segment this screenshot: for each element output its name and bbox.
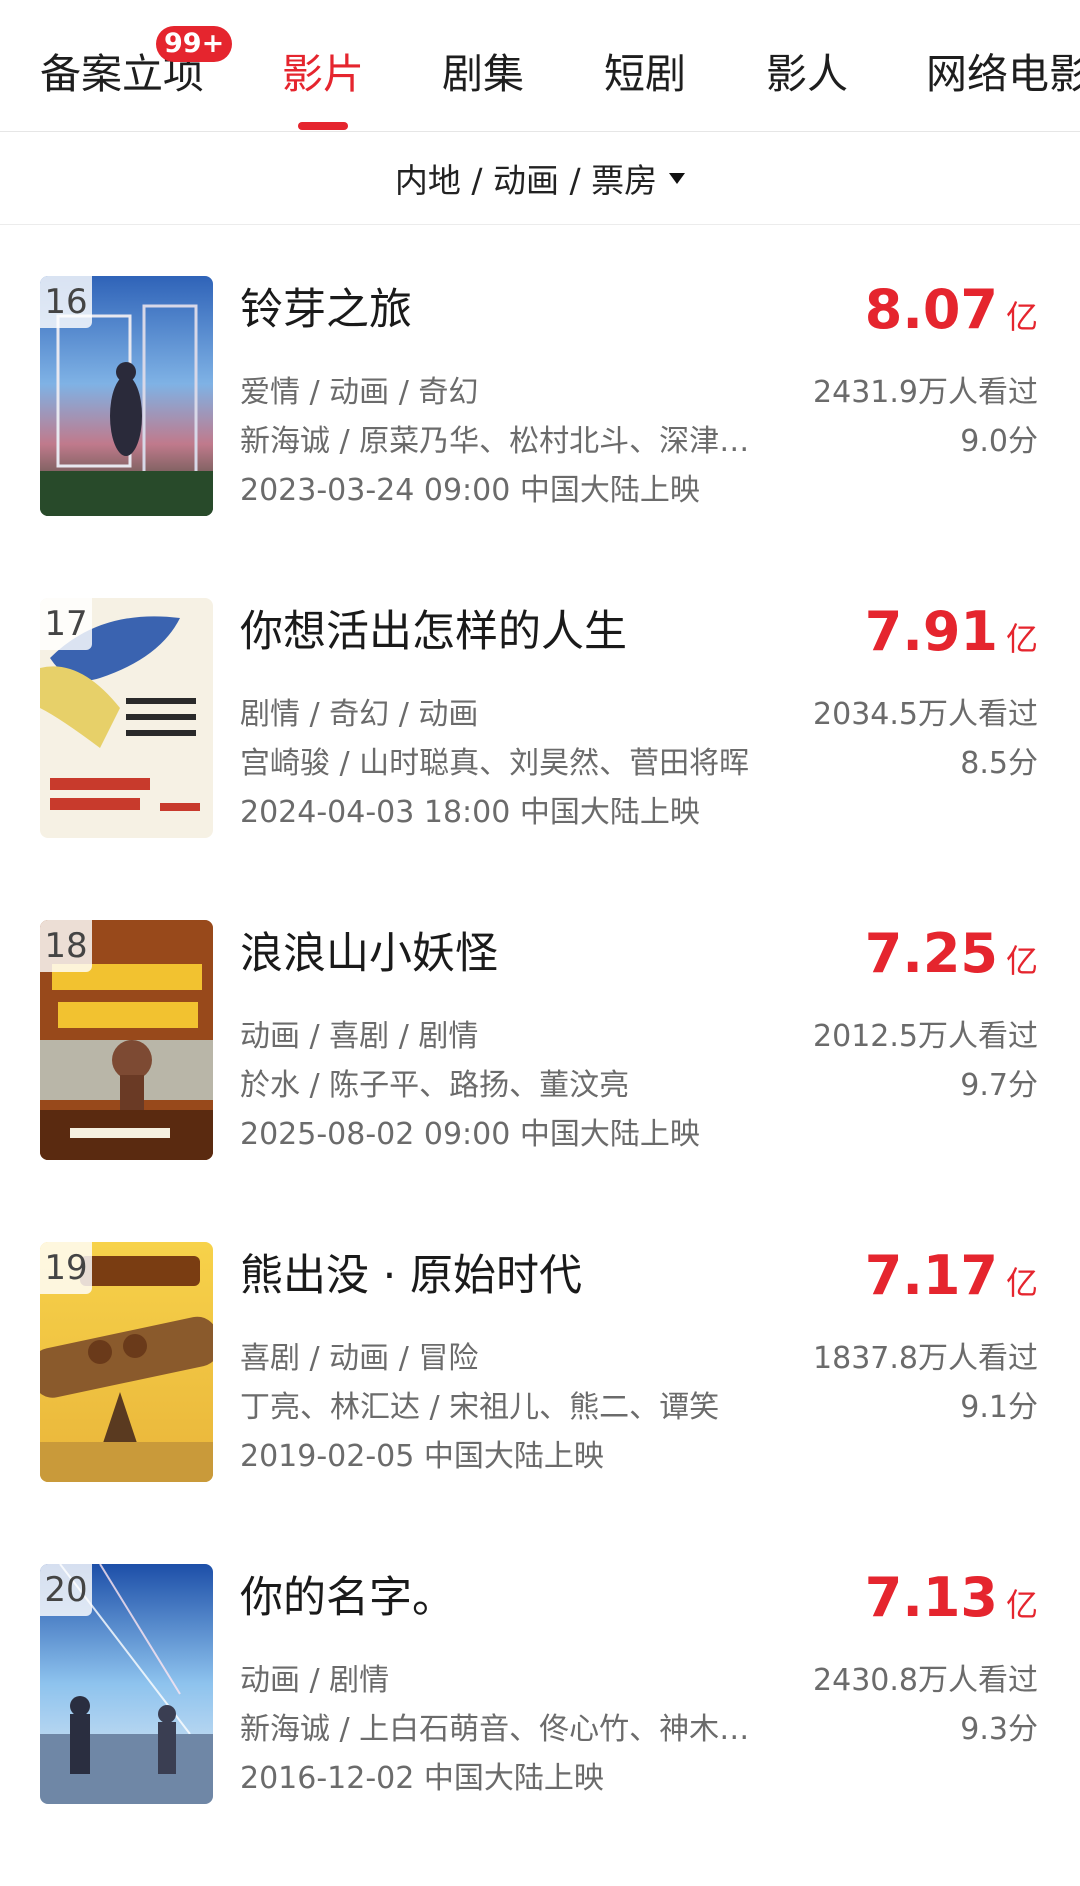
box-office: 7.25 亿 <box>865 922 1038 986</box>
box-office-value: 7.25 <box>864 922 998 985</box>
tab-series[interactable]: 剧集 <box>442 48 524 100</box>
viewer-count: 1837.8万人看过 <box>813 1341 1038 1376</box>
viewer-count: 2012.5万人看过 <box>813 1019 1038 1054</box>
movie-crew: 新海诚 / 原菜乃华、松村北斗、深津绘里 <box>240 424 755 459</box>
active-tab-indicator <box>298 122 348 130</box>
rank-badge: 16 <box>40 276 92 328</box>
movie-poster: 18 <box>40 920 213 1160</box>
movie-list-item[interactable]: 17 你想活出怎样的人生 7.91 亿 剧情 / 奇幻 / 动画 宫崎骏 / 山时… <box>0 598 1080 920</box>
category-tab-bar: 备案立项 99+ 影片 剧集 短剧 影人 网络电影 <box>0 0 1080 132</box>
viewer-count: 2034.5万人看过 <box>813 697 1038 732</box>
movie-score: 9.1分 <box>960 1390 1038 1425</box>
movie-release-date: 2025-08-02 09:00 中国大陆上映 <box>240 1117 700 1152</box>
movie-score: 8.5分 <box>960 746 1038 781</box>
movie-title: 铃芽之旅 <box>240 285 412 335</box>
tab-movies[interactable]: 影片 <box>282 48 364 100</box>
movie-crew: 於水 / 陈子平、路扬、董汶亮 <box>240 1068 630 1103</box>
movie-list-item[interactable]: 20 你的名字。 7.13 亿 动画 / 剧情 新海诚 / 上白石萌音、佟心竹、神… <box>0 1564 1080 1886</box>
viewer-count: 2430.8万人看过 <box>813 1663 1038 1698</box>
tab-short-drama[interactable]: 短剧 <box>604 48 686 100</box>
box-office: 7.13 亿 <box>865 1566 1038 1630</box>
notification-badge: 99+ <box>156 26 233 62</box>
caret-down-icon <box>669 172 686 184</box>
box-office: 7.17 亿 <box>865 1244 1038 1308</box>
box-office-value: 7.17 <box>864 1244 998 1307</box>
movie-release-date: 2023-03-24 09:00 中国大陆上映 <box>240 473 700 508</box>
box-office-unit: 亿 <box>1005 1586 1038 1624</box>
movie-title: 你想活出怎样的人生 <box>240 607 627 657</box>
movie-genres: 爱情 / 动画 / 奇幻 <box>240 375 479 410</box>
movie-genres: 动画 / 喜剧 / 剧情 <box>240 1019 479 1054</box>
movie-score: 9.7分 <box>960 1068 1038 1103</box>
box-office-unit: 亿 <box>1005 620 1038 658</box>
movie-poster: 19 <box>40 1242 213 1482</box>
movie-release-date: 2016-12-02 中国大陆上映 <box>240 1761 604 1796</box>
movie-list-item[interactable]: 16 铃芽之旅 8.07 亿 爱情 / 动画 / 奇幻 新海诚 / 原菜乃华、松村… <box>0 276 1080 598</box>
movie-list-item[interactable]: 18 浪浪山小妖怪 7.25 亿 动画 / 喜剧 / 剧情 於水 / 陈子平、路扬… <box>0 920 1080 1242</box>
box-office-unit: 亿 <box>1005 298 1038 336</box>
movie-genres: 剧情 / 奇幻 / 动画 <box>240 697 479 732</box>
movie-title: 熊出没 · 原始时代 <box>240 1251 583 1301</box>
movie-release-date: 2019-02-05 中国大陆上映 <box>240 1439 604 1474</box>
filter-dropdown[interactable]: 内地 / 动画 / 票房 <box>0 132 1080 225</box>
movie-title: 你的名字。 <box>240 1573 455 1623</box>
movie-release-date: 2024-04-03 18:00 中国大陆上映 <box>240 795 700 830</box>
movie-crew: 新海诚 / 上白石萌音、佟心竹、神木隆之介 <box>240 1712 755 1747</box>
movie-poster: 17 <box>40 598 213 838</box>
tab-web-movies[interactable]: 网络电影 <box>926 48 1080 100</box>
rank-badge: 20 <box>40 1564 92 1616</box>
box-office-unit: 亿 <box>1005 942 1038 980</box>
filter-label: 内地 / 动画 / 票房 <box>394 161 658 200</box>
viewer-count: 2431.9万人看过 <box>813 375 1038 410</box>
movie-genres: 动画 / 剧情 <box>240 1663 390 1698</box>
movie-poster: 20 <box>40 1564 213 1804</box>
box-office-unit: 亿 <box>1005 1264 1038 1302</box>
movie-list-item[interactable]: 19 熊出没 · 原始时代 7.17 亿 喜剧 / 动画 / 冒险 丁亮、林汇达 … <box>0 1242 1080 1564</box>
movie-score: 9.3分 <box>960 1712 1038 1747</box>
movie-poster: 16 <box>40 276 213 516</box>
box-office: 7.91 亿 <box>865 600 1038 664</box>
rank-badge: 17 <box>40 598 92 650</box>
rank-badge: 19 <box>40 1242 92 1294</box>
movie-crew: 宫崎骏 / 山时聪真、刘昊然、菅田将晖 <box>240 746 750 781</box>
box-office-value: 7.13 <box>864 1566 998 1629</box>
box-office-value: 7.91 <box>864 600 998 663</box>
tab-people[interactable]: 影人 <box>766 48 848 100</box>
box-office: 8.07 亿 <box>865 278 1038 342</box>
movie-title: 浪浪山小妖怪 <box>240 929 498 979</box>
movie-score: 9.0分 <box>960 424 1038 459</box>
box-office-value: 8.07 <box>864 278 998 341</box>
movie-genres: 喜剧 / 动画 / 冒险 <box>240 1341 479 1376</box>
rank-badge: 18 <box>40 920 92 972</box>
movie-crew: 丁亮、林汇达 / 宋祖儿、熊二、谭笑 <box>240 1390 720 1425</box>
